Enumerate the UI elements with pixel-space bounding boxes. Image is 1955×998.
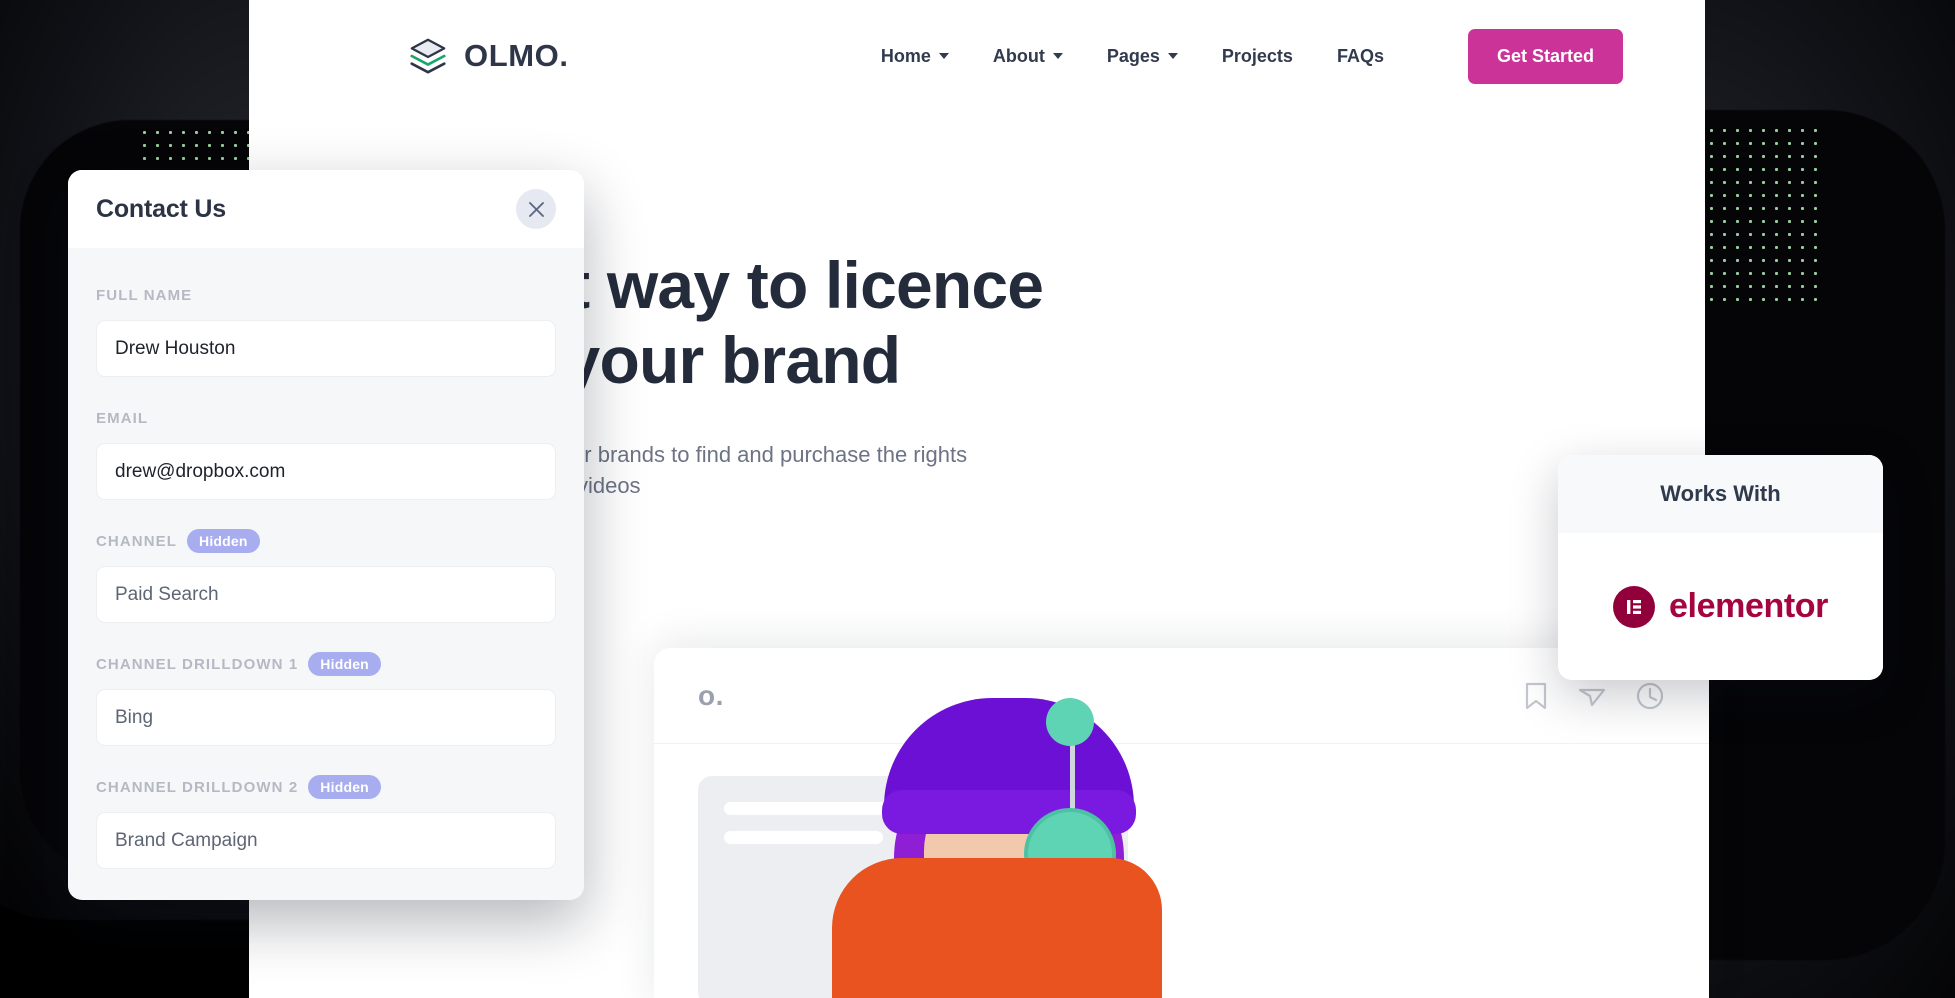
nav-links: Home About Pages Projects FAQs Get Start… xyxy=(881,28,1623,84)
field-channel-drilldown-2: CHANNEL DRILLDOWN 2 Hidden xyxy=(96,774,556,869)
modal-title: Contact Us xyxy=(96,194,226,223)
works-with-card: Works With elementor xyxy=(1558,455,1883,680)
modal-form: FULL NAME EMAIL CHANNEL Hidden CHA xyxy=(68,248,584,900)
hidden-badge: Hidden xyxy=(308,775,381,799)
hidden-badge: Hidden xyxy=(187,529,260,553)
nav-item-pages-label: Pages xyxy=(1106,45,1160,66)
nav-item-home-label: Home xyxy=(880,45,931,66)
send-icon[interactable] xyxy=(1577,681,1607,711)
chevron-down-icon xyxy=(1052,53,1063,59)
nav-item-about-label: About xyxy=(992,45,1045,66)
dot-pattern-right xyxy=(1705,124,1823,306)
works-with-heading: Works With xyxy=(1558,455,1883,533)
field-channel-drilldown-2-label: CHANNEL DRILLDOWN 2 xyxy=(96,778,299,796)
screenshot-stage: OLMO. Home About Pages Projects FAQs Get… xyxy=(0,0,1955,998)
nav-item-home[interactable]: Home xyxy=(881,46,949,67)
elementor-icon xyxy=(1613,585,1656,628)
field-full-name: FULL NAME xyxy=(96,282,556,377)
brand-logo[interactable]: OLMO. xyxy=(407,35,569,77)
close-icon xyxy=(528,201,544,217)
field-email-label: EMAIL xyxy=(96,409,149,427)
close-button[interactable] xyxy=(516,189,556,229)
field-full-name-label-row: FULL NAME xyxy=(96,282,556,308)
nav-item-faqs-label: FAQs xyxy=(1336,45,1384,66)
browser-mockup: o. xyxy=(654,648,1709,998)
full-name-input[interactable] xyxy=(96,320,556,377)
channel-input[interactable] xyxy=(96,566,556,623)
field-channel-drilldown-2-label-row: CHANNEL DRILLDOWN 2 Hidden xyxy=(96,774,556,800)
hidden-badge: Hidden xyxy=(308,652,381,676)
elementor-glyph xyxy=(1627,599,1642,614)
headphone-pompom xyxy=(1046,698,1094,746)
bookmark-icon[interactable] xyxy=(1523,681,1549,711)
nav-item-projects-label: Projects xyxy=(1221,45,1293,66)
olmo-layers-icon xyxy=(410,38,446,74)
brand-name: OLMO. xyxy=(464,38,569,73)
channel-drilldown-2-input[interactable] xyxy=(96,812,556,869)
nav-item-projects[interactable]: Projects xyxy=(1222,46,1293,67)
field-channel: CHANNEL Hidden xyxy=(96,528,556,623)
field-channel-label-row: CHANNEL Hidden xyxy=(96,528,556,554)
chevron-down-icon xyxy=(938,53,949,59)
clock-icon[interactable] xyxy=(1635,681,1665,711)
field-channel-drilldown-1-label: CHANNEL DRILLDOWN 1 xyxy=(96,655,299,673)
mockup-icon-group xyxy=(1523,681,1665,711)
field-email: EMAIL xyxy=(96,405,556,500)
mockup-content xyxy=(654,698,1709,998)
model-jacket xyxy=(832,858,1162,998)
modal-header: Contact Us xyxy=(68,170,584,248)
chevron-down-icon xyxy=(1167,53,1178,59)
model-photo xyxy=(774,678,1294,998)
field-email-label-row: EMAIL xyxy=(96,405,556,431)
email-input[interactable] xyxy=(96,443,556,500)
field-channel-drilldown-1: CHANNEL DRILLDOWN 1 Hidden xyxy=(96,651,556,746)
mockup-logo-text: o. xyxy=(698,679,724,711)
nav-item-pages[interactable]: Pages xyxy=(1107,46,1178,67)
nav-item-faqs[interactable]: FAQs xyxy=(1337,46,1384,67)
works-with-partner: elementor xyxy=(1558,533,1883,680)
channel-drilldown-1-input[interactable] xyxy=(96,689,556,746)
elementor-wordmark: elementor xyxy=(1669,587,1828,625)
get-started-button[interactable]: Get Started xyxy=(1467,28,1623,84)
navbar: OLMO. Home About Pages Projects FAQs Get… xyxy=(249,0,1705,112)
field-full-name-label: FULL NAME xyxy=(96,286,193,304)
field-channel-label: CHANNEL xyxy=(96,532,178,550)
nav-item-about[interactable]: About xyxy=(993,46,1063,67)
contact-us-modal: Contact Us FULL NAME EMAIL xyxy=(68,170,584,900)
headphone-band xyxy=(1070,738,1075,816)
field-channel-drilldown-1-label-row: CHANNEL DRILLDOWN 1 Hidden xyxy=(96,651,556,677)
